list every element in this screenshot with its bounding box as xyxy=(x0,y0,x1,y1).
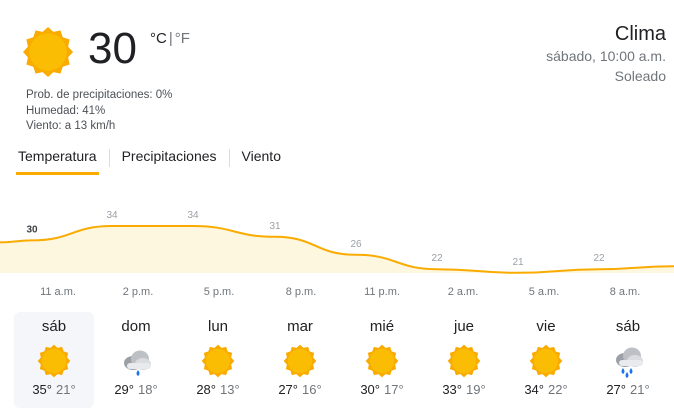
day-name: vie xyxy=(536,318,556,335)
temperature-label: 31 xyxy=(269,221,281,232)
daily-forecast: sáb 35° 21° dom 29° 18° lun 28° 13° mar 27° 16°… xyxy=(14,312,674,412)
day-name: mié xyxy=(369,318,395,335)
sun-icon xyxy=(529,344,563,378)
day-name: sáb xyxy=(41,318,67,335)
weather-title: Clima xyxy=(614,23,666,45)
day-item[interactable]: sáb 27° 21° xyxy=(588,312,668,408)
low-temp: 16° xyxy=(302,382,322,397)
low-temp: 19° xyxy=(466,382,486,397)
hour-label: 8 p.m. xyxy=(285,286,317,298)
condition-text: Soleado xyxy=(614,68,666,84)
day-item[interactable]: dom 29° 18° xyxy=(96,312,176,408)
high-temp: 27° xyxy=(606,382,626,397)
temperature-label: 26 xyxy=(350,239,362,250)
high-temp: 35° xyxy=(32,382,52,397)
tab-wind[interactable]: Viento xyxy=(240,146,283,172)
temperature-label: 22 xyxy=(431,253,443,264)
day-temps: 27° 16° xyxy=(260,382,340,397)
low-temp: 22° xyxy=(548,382,568,397)
hour-labels: 11 a.m. 2 p.m. 5 p.m. 8 p.m. 11 p.m. 2 a.m. 5 … xyxy=(0,286,674,302)
humidity: Humedad: 41% xyxy=(26,104,106,117)
high-temp: 34° xyxy=(524,382,544,397)
day-item[interactable]: jue 33° 19° xyxy=(424,312,504,408)
temperature-label: 34 xyxy=(187,210,199,221)
low-temp: 17° xyxy=(384,382,404,397)
sun-icon xyxy=(365,344,399,378)
temperature-label: 21 xyxy=(512,257,524,268)
temperature-area xyxy=(0,226,674,273)
high-temp: 28° xyxy=(196,382,216,397)
temperature-label: 22 xyxy=(593,253,605,264)
day-temps: 28° 13° xyxy=(178,382,258,397)
hour-label: 11 p.m. xyxy=(364,286,400,298)
storm-rain-icon xyxy=(611,344,645,378)
low-temp: 13° xyxy=(220,382,240,397)
hour-label: 2 p.m. xyxy=(122,286,154,298)
unit-toggle: °C | °F xyxy=(150,30,190,47)
day-name: mar xyxy=(287,318,313,335)
hour-label: 5 p.m. xyxy=(203,286,235,298)
sun-icon xyxy=(201,344,235,378)
day-temps: 27° 21° xyxy=(588,382,668,397)
weather-details: Prob. de precipitaciones: 0% Humedad: 41… xyxy=(26,88,172,135)
hour-label: 2 a.m. xyxy=(447,286,479,298)
day-item[interactable]: vie 34° 22° xyxy=(506,312,586,408)
temperature-label: 30 xyxy=(26,224,38,235)
sun-icon xyxy=(447,344,481,378)
day-temps: 35° 21° xyxy=(14,382,94,397)
day-name: dom xyxy=(121,318,151,335)
unit-separator: | xyxy=(168,30,173,47)
hour-label: 5 a.m. xyxy=(528,286,560,298)
location-header: Clima sábado, 10:00 a.m. Soleado xyxy=(546,22,666,86)
day-temps: 29° 18° xyxy=(96,382,176,397)
tab-divider xyxy=(228,149,230,167)
high-temp: 33° xyxy=(442,382,462,397)
low-temp: 21° xyxy=(630,382,650,397)
day-temps: 34° 22° xyxy=(506,382,586,397)
date-time: sábado, 10:00 a.m. xyxy=(546,48,666,64)
day-item[interactable]: mié 30° 17° xyxy=(342,312,422,408)
current-temperature: 30 xyxy=(88,24,137,73)
day-item[interactable]: lun 28° 13° xyxy=(178,312,258,408)
day-temps: 33° 19° xyxy=(424,382,504,397)
tab-precipitation[interactable]: Precipitaciones xyxy=(120,146,219,172)
sun-icon xyxy=(283,344,317,378)
hour-label: 8 a.m. xyxy=(609,286,641,298)
day-name: lun xyxy=(207,318,229,335)
celsius-unit[interactable]: °C xyxy=(150,30,167,47)
high-temp: 27° xyxy=(278,382,298,397)
low-temp: 21° xyxy=(56,382,76,397)
sun-icon xyxy=(37,344,71,378)
day-item[interactable]: sáb 35° 21° xyxy=(14,312,94,408)
hour-label: 11 a.m. xyxy=(40,286,76,298)
tab-divider xyxy=(108,149,110,167)
precipitation-chance: Prob. de precipitaciones: 0% xyxy=(26,89,173,101)
high-temp: 29° xyxy=(114,382,134,397)
day-temps: 30° 17° xyxy=(342,382,422,397)
tab-temperature[interactable]: Temperatura xyxy=(16,146,99,175)
day-name: jue xyxy=(453,318,475,335)
day-item[interactable]: mar 27° 16° xyxy=(260,312,340,408)
day-name: sáb xyxy=(615,318,641,335)
cloud-rain-icon xyxy=(119,344,153,378)
temperature-label: 34 xyxy=(106,210,118,221)
high-temp: 30° xyxy=(360,382,380,397)
sun-icon xyxy=(23,27,73,77)
forecast-tabs: Temperatura Precipitaciones Viento xyxy=(16,146,293,175)
fahrenheit-unit[interactable]: °F xyxy=(175,30,190,47)
wind: Viento: a 13 km/h xyxy=(26,120,116,132)
low-temp: 18° xyxy=(138,382,158,397)
